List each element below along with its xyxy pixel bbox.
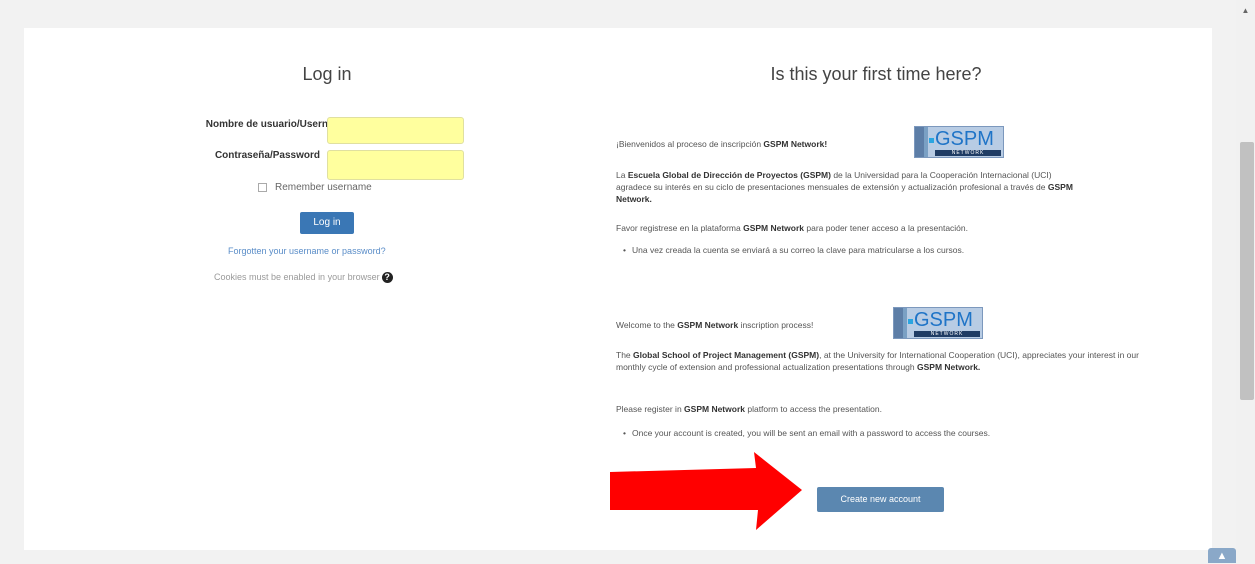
gspm-network-logo-en: GSPM NETWORK — [893, 307, 983, 339]
welcome-en-brand: GSPM Network — [677, 320, 739, 330]
scrollbar-thumb[interactable] — [1240, 142, 1254, 400]
description-es: La Escuela Global de Dirección de Proyec… — [616, 169, 1086, 205]
logo-subtext-en: NETWORK — [914, 331, 980, 337]
logo-subtext: NETWORK — [935, 150, 1001, 156]
help-icon[interactable]: ? — [381, 272, 393, 284]
desc-es-pre: La — [616, 170, 628, 180]
username-label: Nombre de usuario/Username — [205, 119, 348, 130]
login-title: Log in — [302, 64, 352, 84]
desc-en-pre: The — [616, 350, 634, 360]
register-es-pre: Favor registrese en la plataforma — [616, 223, 744, 233]
logo-text: GSPM — [935, 128, 994, 150]
red-arrow-annotation — [610, 452, 802, 530]
welcome-en-pre: Welcome to the — [616, 320, 678, 330]
register-es-post: para poder tener acceso a la presentació… — [804, 223, 968, 233]
register-en: Please register in GSPM Network platform… — [616, 403, 882, 415]
signup-title: Is this your first time here? — [770, 64, 982, 84]
register-es: Favor registrese en la plataforma GSPM N… — [616, 222, 968, 234]
password-input[interactable] — [327, 150, 464, 180]
welcome-en: Welcome to the GSPM Network inscription … — [616, 319, 813, 331]
cookies-notice-text: Cookies must be enabled in your browser — [214, 272, 380, 282]
remember-checkbox[interactable] — [258, 182, 267, 192]
register-en-pre: Please register in — [616, 404, 685, 414]
login-button[interactable]: Log in — [300, 212, 354, 234]
register-en-brand: GSPM Network — [684, 404, 745, 414]
create-account-button[interactable]: Create new account — [817, 487, 944, 512]
bullet-es: Una vez creada la cuenta se enviará a su… — [623, 244, 964, 256]
remember-label: Remember username — [275, 182, 372, 193]
scroll-up-arrow-icon[interactable]: ▲ — [1236, 6, 1255, 18]
username-input[interactable] — [327, 117, 464, 144]
register-es-brand: GSPM Network — [743, 223, 805, 233]
bullet-en: Once your account is created, you will b… — [623, 427, 990, 439]
desc-es-bold: Escuela Global de Dirección de Proyectos… — [627, 170, 831, 180]
forgot-password-link[interactable]: Forgotten your username or password? — [228, 246, 386, 256]
welcome-es-text: ¡Bienvenidos al proceso de inscripción — [616, 139, 764, 149]
password-label: Contraseña/Password — [214, 150, 320, 161]
back-to-top-icon[interactable]: ▲ — [1208, 548, 1236, 563]
logo-text-en: GSPM — [914, 309, 973, 331]
cookies-notice: Cookies must be enabled in your browser? — [214, 272, 393, 284]
welcome-en-post: inscription process! — [738, 320, 814, 330]
gspm-network-logo: GSPM NETWORK — [914, 126, 1004, 158]
remember-username[interactable]: Remember username — [258, 182, 372, 193]
welcome-es-brand: GSPM Network! — [763, 139, 828, 149]
description-en: The Global School of Project Management … — [616, 349, 1141, 373]
desc-en-brand: GSPM Network. — [917, 362, 981, 372]
register-en-post: platform to access the presentation. — [744, 404, 883, 414]
desc-en-bold: Global School of Project Management (GSP… — [633, 350, 820, 360]
welcome-es: ¡Bienvenidos al proceso de inscripción G… — [616, 138, 827, 150]
